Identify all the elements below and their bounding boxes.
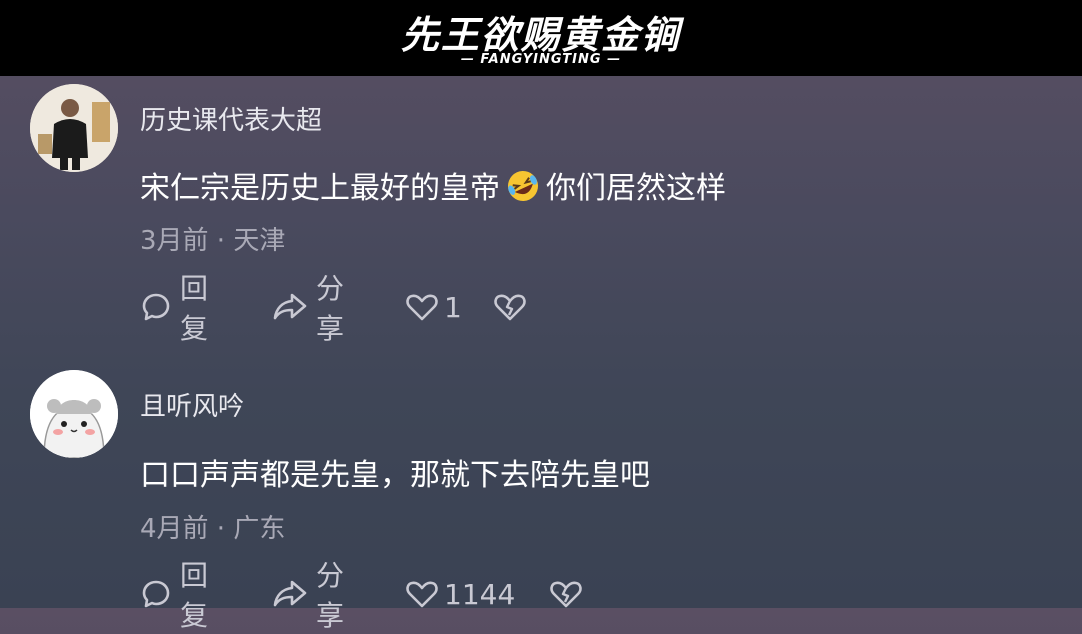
like-button[interactable]: 1 [406,287,462,327]
comment-text: 口口声声都是先皇，那就下去陪先皇吧 [140,458,650,493]
share-button[interactable]: 分享 [272,559,344,632]
video-title: 先王欲赐黄金锏 [400,13,681,57]
share-label: 分享 [316,272,345,345]
comment-icon [140,291,172,323]
dislike-button[interactable] [550,574,582,614]
heart-icon [406,579,438,609]
like-count: 1 [444,290,462,324]
dislike-button[interactable] [494,287,526,327]
comment-meta: 3月前 · 天津 [140,226,286,256]
avatar[interactable] [30,370,118,458]
broken-heart-icon [494,292,526,322]
reply-label: 回复 [180,272,209,345]
comment-text-part: 宋仁宗是历史上最好的皇帝 [140,171,500,206]
share-icon [272,578,308,610]
comment-icon [140,578,172,610]
broken-heart-icon [550,579,582,609]
reply-button[interactable]: 回复 [140,559,208,632]
channel-watermark: — FANGYINGTING — [460,52,622,67]
rolling-on-floor-laughing-emoji-icon [506,169,540,203]
avatar[interactable] [30,84,118,172]
share-button[interactable]: 分享 [272,272,344,345]
comment-username[interactable]: 且听风吟 [140,386,244,423]
comment-meta: 4月前 · 广东 [140,514,286,544]
share-label: 分享 [316,559,345,632]
comment-text-part: 你们居然这样 [546,171,726,206]
heart-icon [406,292,438,322]
comment-username[interactable]: 历史课代表大超 [140,100,322,137]
reply-button[interactable]: 回复 [140,272,208,345]
like-count: 1144 [444,577,516,611]
video-title-bar: 先王欲赐黄金锏 — FANGYINGTING — [0,0,1082,76]
reply-label: 回复 [180,559,209,632]
comment-text: 宋仁宗是历史上最好的皇帝 你们居然这样 [140,163,726,207]
share-icon [272,291,308,323]
like-button[interactable]: 1144 [406,574,515,614]
